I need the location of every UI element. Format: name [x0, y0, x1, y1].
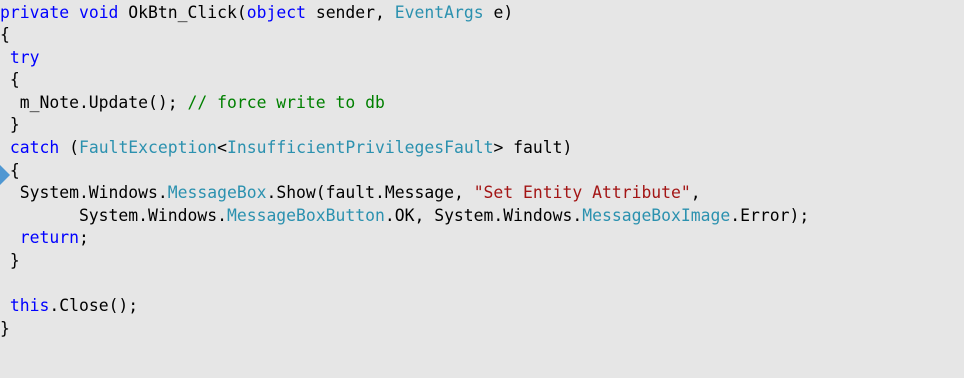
code-token: m_Note.Update(); [0, 93, 188, 112]
code-token: { [0, 70, 20, 89]
type-token: MessageBox [167, 183, 267, 202]
code-line: } [0, 318, 10, 340]
code-line: } [0, 114, 20, 136]
code-token: { [0, 25, 10, 44]
code-token: { [0, 161, 20, 180]
code-line: } [0, 250, 20, 272]
code-line: catch (FaultException<InsufficientPrivil… [0, 137, 573, 159]
code-token: > fault) [493, 138, 573, 157]
code-line: try [0, 47, 40, 69]
code-token: System.Windows. [0, 206, 227, 225]
code-token: .Show(fault.Message, [266, 183, 474, 202]
string-token: "Set Entity Attribute" [473, 183, 691, 202]
code-line: System.Windows.MessageBox.Show(fault.Mes… [0, 182, 701, 204]
code-token: .Error); [730, 206, 810, 225]
keyword-token: this [9, 296, 50, 315]
code-token: System.Windows. [0, 183, 168, 202]
keyword-token: return [19, 228, 79, 247]
code-line: private void OkBtn_Click(object sender, … [0, 2, 513, 24]
type-token: InsufficientPrivilegesFault [227, 138, 494, 157]
code-token: e) [483, 3, 514, 22]
code-token: ; [78, 228, 89, 247]
comment-token: // force write to db [187, 93, 385, 112]
keyword-token: catch [9, 138, 60, 157]
code-token: OkBtn_Click( [118, 3, 247, 22]
code-line: { [0, 69, 20, 91]
type-token: EventArgs [394, 3, 484, 22]
code-line: { [0, 24, 10, 46]
code-line: { [0, 160, 20, 182]
code-token: } [0, 115, 20, 134]
keyword-token: void [78, 3, 119, 22]
code-line: this.Close(); [0, 295, 138, 317]
code-line: m_Note.Update(); // force write to db [0, 92, 385, 114]
code-token: < [217, 138, 227, 157]
keyword-token: try [9, 48, 40, 67]
code-token: .Close(); [49, 296, 139, 315]
type-token: FaultException [78, 138, 218, 157]
code-token: } [0, 251, 20, 270]
code-token: } [0, 319, 10, 338]
keyword-token: object [246, 3, 306, 22]
code-token: .OK, System.Windows. [384, 206, 583, 225]
code-line: return; [0, 227, 89, 249]
code-token: , [690, 183, 701, 202]
keyword-token: private [0, 3, 70, 22]
code-line: System.Windows.MessageBoxButton.OK, Syst… [0, 205, 809, 227]
code-token: ( [59, 138, 79, 157]
type-token: MessageBoxButton [226, 206, 385, 225]
code-token: sender, [305, 3, 395, 22]
code-panel: private void OkBtn_Click(object sender, … [0, 0, 964, 378]
type-token: MessageBoxImage [582, 206, 731, 225]
